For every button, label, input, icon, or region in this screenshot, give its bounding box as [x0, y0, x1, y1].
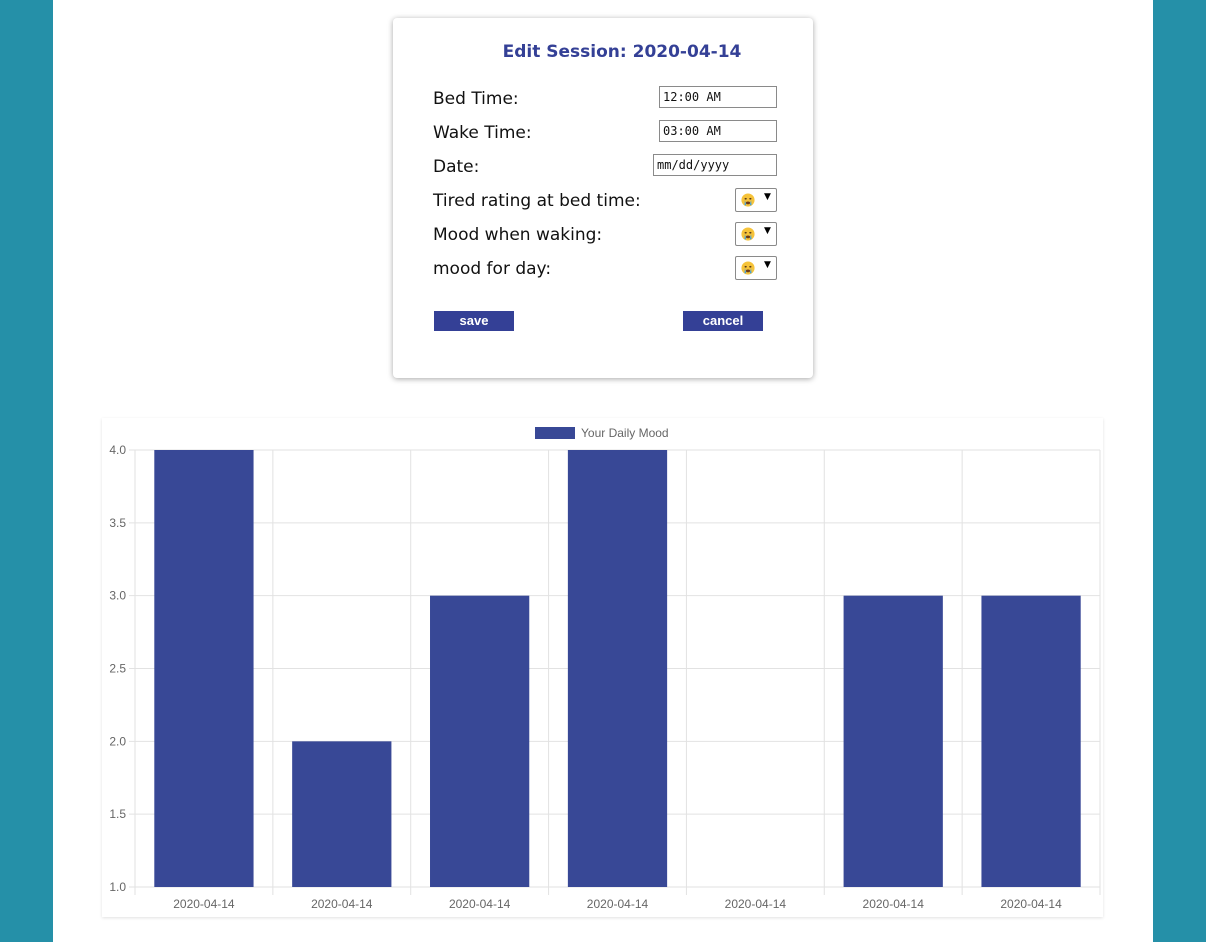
date-row: Date: mm/dd/yyyy [433, 154, 777, 182]
bar [292, 741, 392, 887]
edit-session-title: Edit Session: 2020-04-14 [502, 42, 742, 62]
x-tick-label: 2020-04-14 [1000, 897, 1062, 911]
wake-time-label: Wake Time: [433, 123, 532, 143]
date-label: Date: [433, 157, 480, 177]
legend-label: Your Daily Mood [581, 426, 669, 440]
bed-time-row: Bed Time: 12:00 AM [433, 86, 777, 114]
mood-waking-label: Mood when waking: [433, 225, 603, 245]
wake-time-row: Wake Time: 03:00 AM [433, 120, 777, 148]
x-tick-label: 2020-04-14 [587, 897, 649, 911]
dropdown-arrow-icon: ▼ [764, 226, 771, 236]
save-button[interactable]: save [434, 311, 514, 331]
mood-waking-row: Mood when waking: ▼ [433, 222, 777, 250]
y-tick-label: 1.0 [109, 880, 126, 894]
mood-bar-chart: 1.0 1.5 2.0 2.5 3.0 3.5 4.0 2020-04-14 2020-04-1… [109, 426, 1101, 911]
tired-rating-label: Tired rating at bed time: [433, 191, 641, 211]
edit-session-card: Edit Session: 2020-04-14 Bed Time: 12:00… [393, 18, 813, 378]
bar [154, 450, 254, 887]
x-tick-label: 2020-04-14 [311, 897, 373, 911]
legend-swatch [535, 427, 575, 439]
x-tick-label: 2020-04-14 [449, 897, 511, 911]
crying-face-icon [741, 261, 755, 275]
y-tick-label: 1.5 [109, 807, 126, 821]
y-tick-label: 2.0 [109, 734, 126, 748]
mood-day-select[interactable]: ▼ [735, 256, 777, 280]
dropdown-arrow-icon: ▼ [764, 260, 771, 270]
y-tick-label: 4.0 [109, 443, 126, 457]
date-input[interactable]: mm/dd/yyyy [653, 154, 777, 176]
wake-time-input[interactable]: 03:00 AM [659, 120, 777, 142]
mood-day-label: mood for day: [433, 259, 552, 279]
cancel-button[interactable]: cancel [683, 311, 763, 331]
bar [843, 595, 943, 887]
x-tick-label: 2020-04-14 [725, 897, 787, 911]
y-tick-label: 3.0 [109, 589, 126, 603]
bed-time-input[interactable]: 12:00 AM [659, 86, 777, 108]
bar [430, 595, 530, 887]
y-tick-label: 2.5 [109, 662, 126, 676]
bed-time-label: Bed Time: [433, 89, 519, 109]
crying-face-icon [741, 227, 755, 241]
tired-rating-select[interactable]: ▼ [735, 188, 777, 212]
bar [567, 450, 668, 887]
x-tick-label: 2020-04-14 [863, 897, 925, 911]
page-container: Edit Session: 2020-04-14 Bed Time: 12:00… [53, 0, 1153, 942]
dropdown-arrow-icon: ▼ [764, 192, 771, 202]
crying-face-icon [741, 193, 755, 207]
x-tick-label: 2020-04-14 [173, 897, 235, 911]
mood-chart: 1.0 1.5 2.0 2.5 3.0 3.5 4.0 2020-04-14 2020-04-1… [102, 418, 1103, 917]
bar [981, 595, 1081, 887]
y-tick-label: 3.5 [109, 516, 126, 530]
mood-waking-select[interactable]: ▼ [735, 222, 777, 246]
tired-rating-row: Tired rating at bed time: ▼ [433, 188, 777, 216]
mood-day-row: mood for day: ▼ [433, 256, 777, 284]
